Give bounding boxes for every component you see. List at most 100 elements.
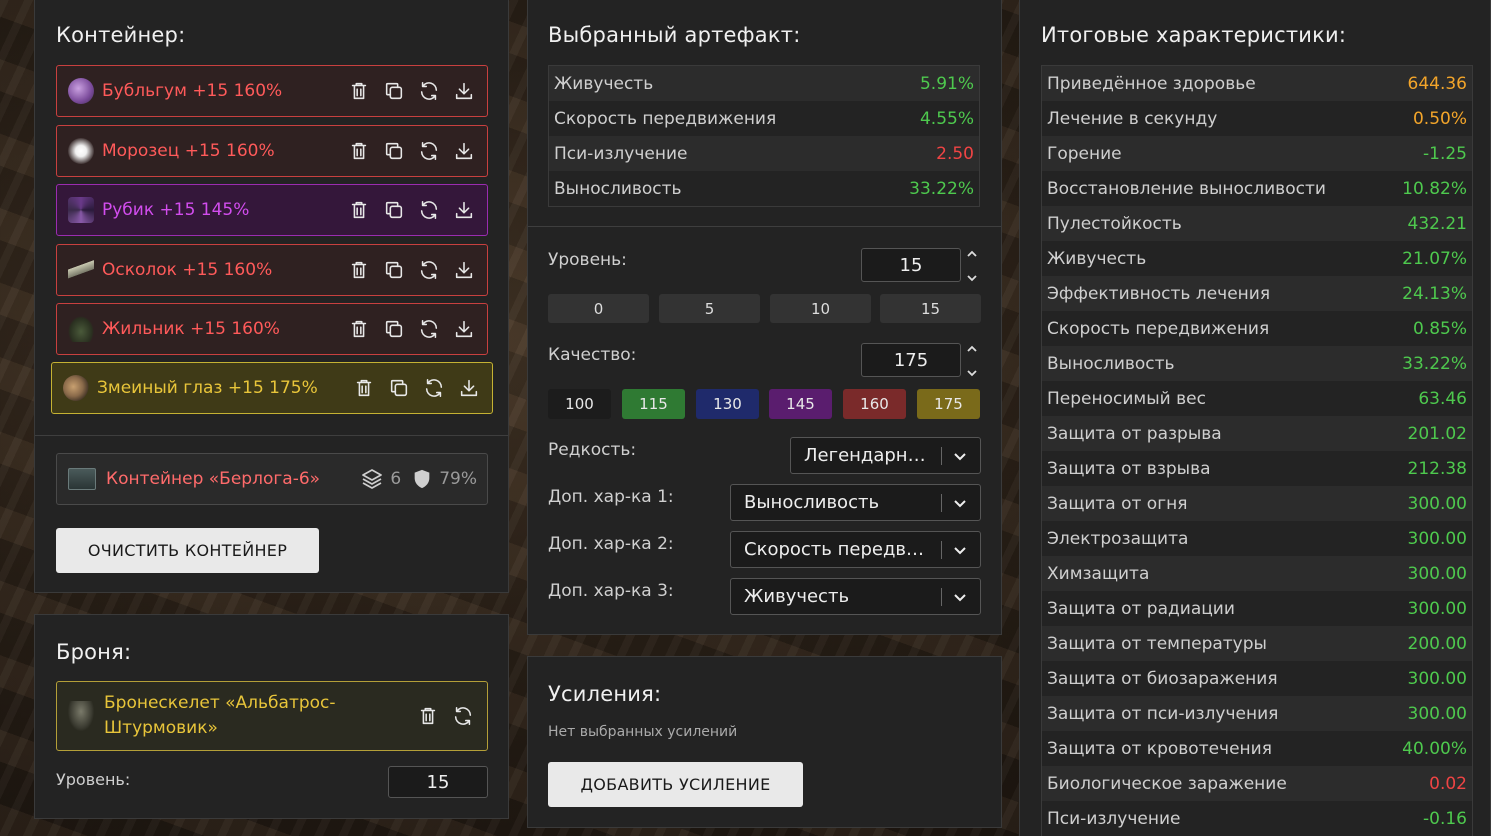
artifact-snake-eye-icon — [63, 375, 89, 401]
artifact-name: Бубльгум +15 160% — [102, 81, 283, 101]
rarity-select[interactable]: Легендарный — [790, 437, 981, 474]
artifact-morozets-icon — [68, 138, 94, 164]
total-stat-row: Горение -1.25 — [1042, 136, 1472, 171]
artifact-slot[interactable]: Морозец +15 160% — [56, 125, 488, 177]
artifact-slot[interactable]: Бубльгум +15 160% — [56, 65, 488, 117]
download-icon[interactable] — [451, 139, 476, 164]
level-preset-button[interactable]: 10 — [770, 294, 871, 323]
total-stat-row: Защита от взрыва 212.38 — [1042, 451, 1472, 486]
download-icon[interactable] — [456, 376, 481, 401]
quality-preset-button[interactable]: 130 — [696, 389, 759, 419]
total-stat-label: Защита от огня — [1047, 493, 1188, 514]
extra3-select[interactable]: Живучесть — [730, 578, 981, 615]
extra1-value: Выносливость — [744, 492, 880, 513]
clear-container-button[interactable]: ОЧИСТИТЬ КОНТЕЙНЕР — [56, 528, 319, 573]
refresh-icon[interactable] — [421, 376, 446, 401]
refresh-icon[interactable] — [416, 258, 441, 283]
trash-icon[interactable] — [351, 376, 376, 401]
level-input[interactable]: 15 — [861, 248, 961, 282]
stat-row: Пси-излучение 2.50 — [549, 136, 979, 171]
total-stat-value: 33.22% — [1402, 353, 1467, 374]
artifact-slot[interactable]: Осколок +15 160% — [56, 244, 488, 296]
total-stat-label: Пси-излучение — [1047, 808, 1181, 829]
copy-icon[interactable] — [381, 79, 406, 104]
total-stat-row: Выносливость 33.22% — [1042, 346, 1472, 381]
extra3-value: Живучесть — [744, 586, 850, 607]
selected-stats-table: Живучесть 5.91% Скорость передвижения 4.55… — [548, 65, 980, 207]
armor-level-input[interactable]: 15 — [388, 766, 488, 798]
trash-icon[interactable] — [346, 198, 371, 223]
container-item[interactable]: Контейнер «Берлога-6» 6 79% — [56, 453, 488, 505]
total-stat-label: Скорость передвижения — [1047, 318, 1270, 339]
add-boost-button[interactable]: ДОБАВИТЬ УСИЛЕНИЕ — [548, 762, 803, 807]
total-stat-row: Защита от пси-излучения 300.00 — [1042, 696, 1472, 731]
total-stat-label: Горение — [1047, 143, 1122, 164]
refresh-icon[interactable] — [416, 139, 441, 164]
trash-icon[interactable] — [346, 317, 371, 342]
trash-icon[interactable] — [415, 704, 440, 729]
level-preset-button[interactable]: 15 — [880, 294, 981, 323]
download-icon[interactable] — [451, 198, 476, 223]
armor-item[interactable]: Бронескелет «Альбатрос-Штурмовик» — [56, 681, 488, 751]
level-preset-button[interactable]: 0 — [548, 294, 649, 323]
armor-level-label: Уровень: — [56, 770, 131, 789]
quality-preset-button[interactable]: 145 — [769, 389, 832, 419]
total-stat-label: Переносимый вес — [1047, 388, 1206, 409]
total-stat-value: 300.00 — [1407, 528, 1467, 549]
shield-icon — [414, 469, 430, 489]
total-stat-label: Защита от взрыва — [1047, 458, 1211, 479]
extra2-label: Доп. хар-ка 2: — [548, 534, 674, 554]
quality-preset-button[interactable]: 175 — [917, 389, 980, 419]
level-stepper[interactable] — [965, 249, 979, 283]
copy-icon[interactable] — [381, 258, 406, 283]
total-stat-row: Лечение в секунду 0.50% — [1042, 101, 1472, 136]
quality-preset-button[interactable]: 115 — [622, 389, 685, 419]
quality-preset-button[interactable]: 100 — [548, 389, 611, 419]
refresh-icon[interactable] — [416, 79, 441, 104]
trash-icon[interactable] — [346, 79, 371, 104]
refresh-icon[interactable] — [416, 198, 441, 223]
artifact-slot[interactable]: Жильник +15 160% — [56, 303, 488, 355]
stat-row: Выносливость 33.22% — [549, 171, 979, 206]
copy-icon[interactable] — [386, 376, 411, 401]
total-stat-row: Приведённое здоровье 644.36 — [1042, 66, 1472, 101]
quality-preset-button[interactable]: 160 — [843, 389, 906, 419]
artifact-slot-selected[interactable]: Змеиный глаз +15 175% — [51, 362, 493, 414]
download-icon[interactable] — [451, 317, 476, 342]
quality-input[interactable]: 175 — [861, 343, 961, 377]
total-stat-row: Защита от разрыва 201.02 — [1042, 416, 1472, 451]
chevron-up-icon — [967, 345, 977, 352]
refresh-icon[interactable] — [416, 317, 441, 342]
total-stat-label: Пулестойкость — [1047, 213, 1182, 234]
selected-title: Выбранный артефакт: — [548, 23, 801, 47]
total-stat-label: Защита от биозаражения — [1047, 668, 1278, 689]
copy-icon[interactable] — [381, 198, 406, 223]
totals-table: Приведённое здоровье 644.36 Лечение в секу… — [1041, 65, 1473, 836]
extra1-select[interactable]: Выносливость — [730, 484, 981, 521]
total-stat-value: 300.00 — [1407, 703, 1467, 724]
artifact-oskolok-icon — [68, 257, 94, 283]
divider — [35, 435, 508, 436]
total-stat-label: Химзащита — [1047, 563, 1150, 584]
stat-row: Живучесть 5.91% — [549, 66, 979, 101]
refresh-icon[interactable] — [450, 704, 475, 729]
total-stat-value: 300.00 — [1407, 598, 1467, 619]
trash-icon[interactable] — [346, 258, 371, 283]
download-icon[interactable] — [451, 79, 476, 104]
extra2-select[interactable]: Скорость передвижения — [730, 531, 981, 568]
trash-icon[interactable] — [346, 139, 371, 164]
armor-name: Бронескелет «Альбатрос-Штурмовик» — [104, 693, 336, 738]
container-protection-value: 79% — [439, 469, 477, 489]
artifact-name: Рубик +15 145% — [102, 200, 250, 220]
boosts-empty-text: Нет выбранных усилений — [548, 724, 738, 740]
total-stat-label: Защита от разрыва — [1047, 423, 1222, 444]
copy-icon[interactable] — [381, 139, 406, 164]
select-separator — [941, 493, 942, 512]
artifact-slot[interactable]: Рубик +15 145% — [56, 184, 488, 236]
totals-panel: Итоговые характеристики: Приведённое здо… — [1019, 0, 1491, 836]
copy-icon[interactable] — [381, 317, 406, 342]
level-preset-button[interactable]: 5 — [659, 294, 760, 323]
stat-label: Скорость передвижения — [554, 108, 777, 129]
quality-stepper[interactable] — [965, 344, 979, 378]
download-icon[interactable] — [451, 258, 476, 283]
